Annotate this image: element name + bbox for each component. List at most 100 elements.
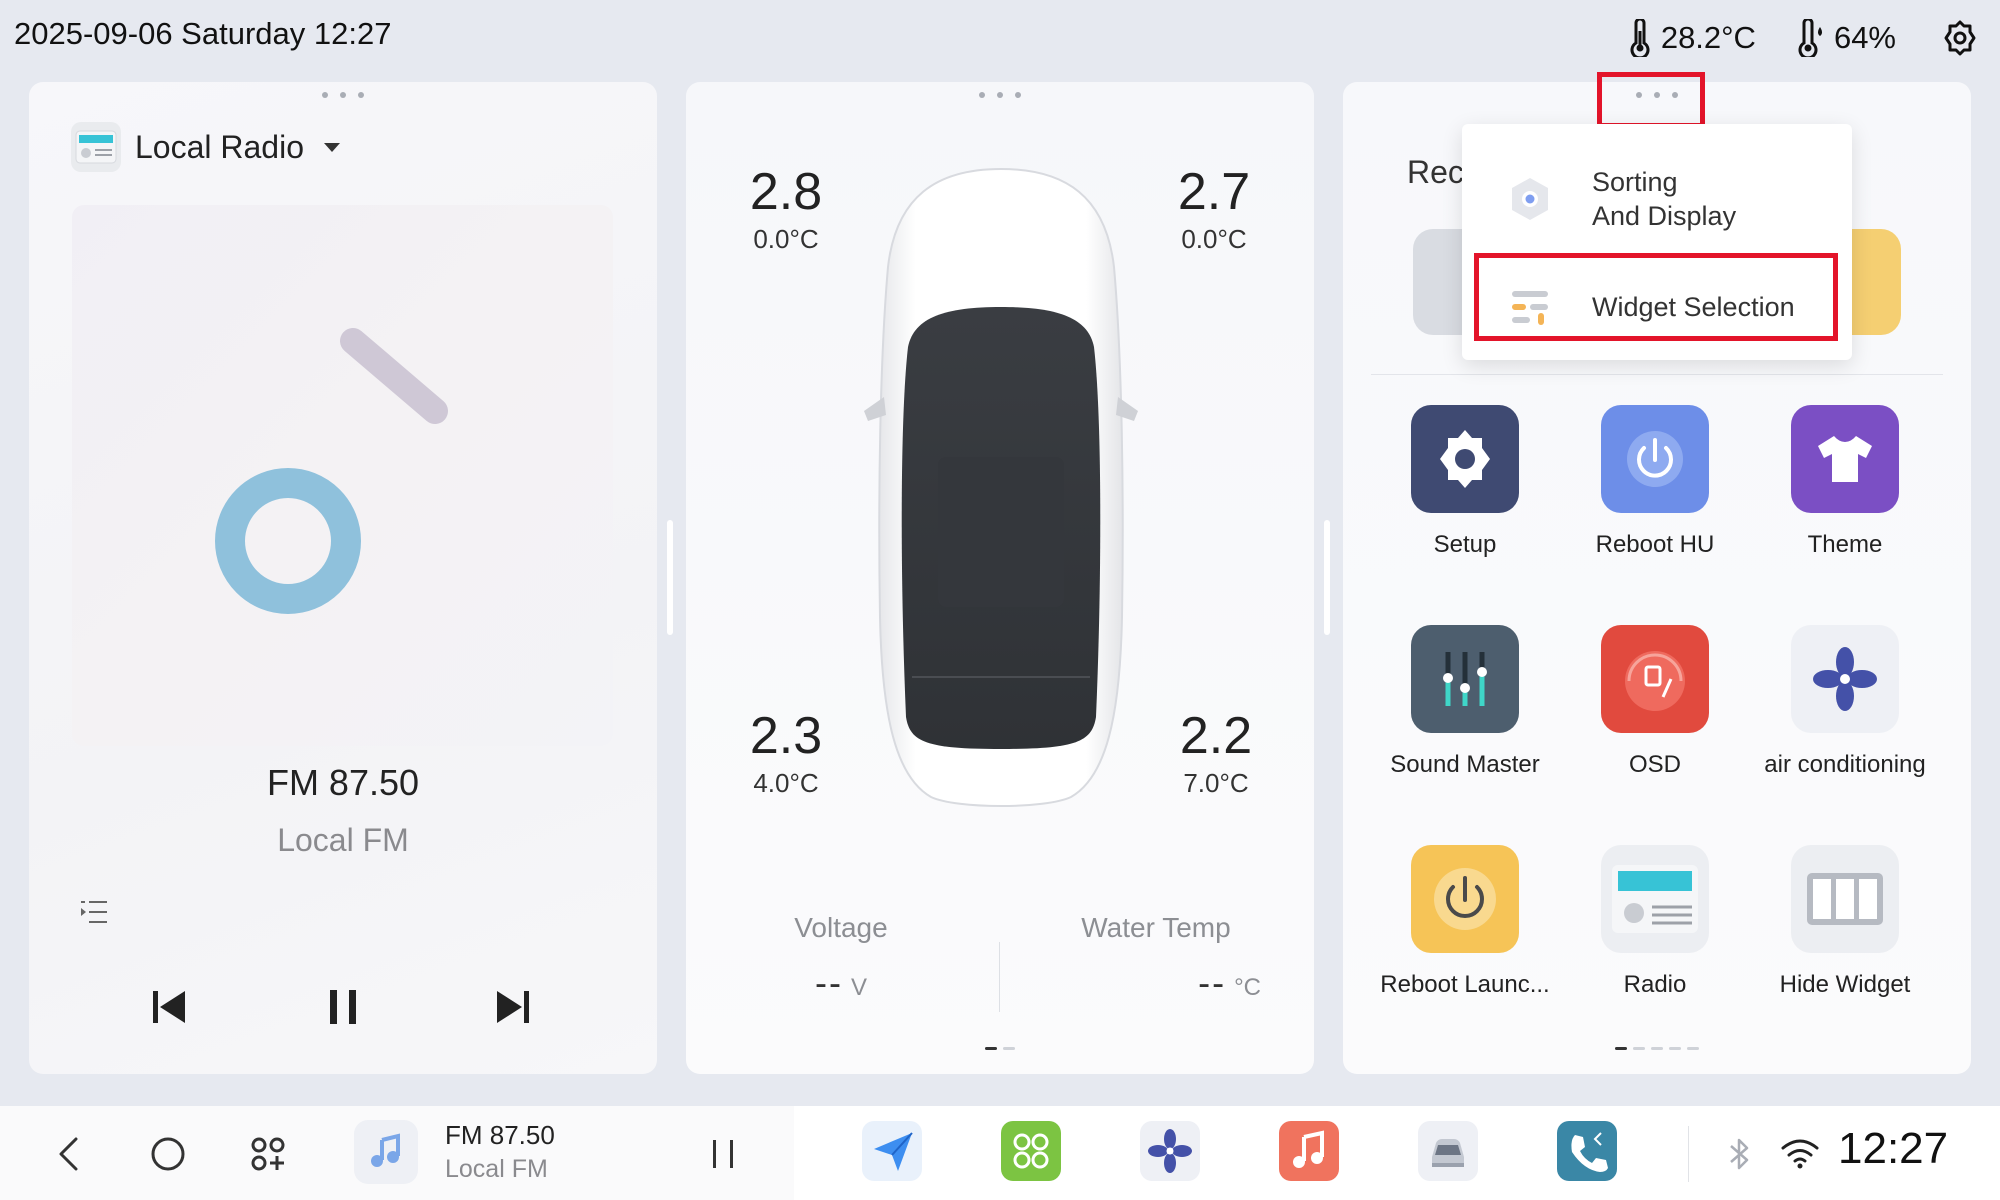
app-label: Reboot HU bbox=[1595, 531, 1715, 558]
settings-gear-icon[interactable] bbox=[1940, 18, 1980, 58]
app-air-conditioning[interactable]: air conditioning bbox=[1750, 625, 1940, 779]
dock-pause-button[interactable] bbox=[693, 1124, 753, 1184]
now-playing-info[interactable]: FM 87.50 Local FM bbox=[445, 1120, 555, 1184]
tshirt-icon[interactable] bbox=[1791, 405, 1899, 513]
radio-icon[interactable] bbox=[1601, 845, 1709, 953]
music-icon[interactable] bbox=[1279, 1121, 1339, 1181]
now-playing-icon[interactable] bbox=[354, 1120, 418, 1184]
app-setup[interactable]: Setup bbox=[1370, 405, 1560, 559]
tire-temp: 4.0°C bbox=[753, 768, 819, 798]
app-hide-widget[interactable]: Hide Widget bbox=[1750, 845, 1940, 999]
menu-item-label-line1: Sorting bbox=[1592, 167, 1678, 197]
tire-front-right: 2.7 0.0°C bbox=[1144, 162, 1284, 255]
widget-more-dots[interactable] bbox=[979, 92, 1021, 98]
radio-widget[interactable]: Local Radio FM 87.50 Local FM bbox=[29, 82, 657, 1074]
wifi-icon[interactable] bbox=[1780, 1138, 1820, 1170]
radio-icon bbox=[71, 122, 121, 172]
music-note-icon bbox=[214, 326, 448, 614]
datetime: 2025-09-06 Saturday 12:27 bbox=[14, 16, 392, 51]
columns-icon[interactable] bbox=[1791, 845, 1899, 953]
apps-grid-icon[interactable] bbox=[250, 1136, 286, 1172]
pause-icon[interactable] bbox=[710, 1138, 736, 1170]
app-label: Theme bbox=[1807, 531, 1883, 558]
chevron-down-icon bbox=[324, 142, 340, 152]
back-button[interactable] bbox=[38, 1124, 98, 1184]
home-button[interactable] bbox=[138, 1124, 198, 1184]
radio-frequency: FM 87.50 bbox=[266, 762, 420, 803]
resize-handle[interactable] bbox=[667, 520, 673, 635]
menu-sorting-and-display[interactable]: Sorting And Display bbox=[1462, 144, 1852, 254]
resize-handle[interactable] bbox=[1324, 520, 1330, 635]
tire-pressure-widget[interactable]: 2.8 0.0°C 2.7 0.0°C 2.3 4.0°C 2.2 7.0°C bbox=[686, 82, 1314, 1074]
pause-icon[interactable] bbox=[328, 988, 358, 1026]
car-icon[interactable] bbox=[1418, 1121, 1478, 1181]
next-button[interactable] bbox=[483, 977, 543, 1037]
sort-display-icon bbox=[1500, 169, 1560, 229]
app-label: Radio bbox=[1623, 971, 1687, 998]
back-chevron-icon[interactable] bbox=[56, 1136, 80, 1172]
app-theme[interactable]: Theme bbox=[1750, 405, 1940, 559]
app-reboot-launcher[interactable]: Reboot Launc... bbox=[1370, 845, 1560, 999]
previous-icon[interactable] bbox=[151, 988, 187, 1026]
radio-source-selector[interactable]: Local Radio bbox=[71, 122, 340, 172]
tire-temp: 0.0°C bbox=[753, 224, 819, 254]
setup-gear-icon[interactable] bbox=[1411, 405, 1519, 513]
section-divider bbox=[1371, 374, 1943, 375]
app-grid-icon[interactable] bbox=[1001, 1121, 1061, 1181]
tire-temp: 7.0°C bbox=[1183, 768, 1249, 798]
voltage-metric: Voltage -- V bbox=[716, 912, 966, 1004]
bluetooth-icon[interactable] bbox=[1727, 1136, 1753, 1172]
settings-button[interactable] bbox=[1940, 18, 1980, 58]
page-indicator bbox=[985, 1047, 1015, 1050]
app-label: Reboot Launc... bbox=[1380, 971, 1550, 998]
humidity-icon bbox=[1796, 19, 1826, 57]
wifi-status[interactable] bbox=[1770, 1124, 1830, 1184]
app-reboot-hu[interactable]: Reboot HU bbox=[1560, 405, 1750, 559]
bottom-dock: FM 87.50 Local FM 12:27 bbox=[0, 1106, 2000, 1200]
equalizer-icon[interactable] bbox=[1411, 625, 1519, 733]
power-icon[interactable] bbox=[1601, 405, 1709, 513]
previous-button[interactable] bbox=[139, 977, 199, 1037]
navigation-icon[interactable] bbox=[862, 1121, 922, 1181]
car-top-view bbox=[856, 157, 1146, 817]
album-art bbox=[72, 205, 613, 746]
home-circle-icon[interactable] bbox=[150, 1136, 186, 1172]
status-indicators: 28.2°C 64% bbox=[1627, 12, 1980, 64]
temperature-value: 28.2°C bbox=[1660, 20, 1756, 55]
tire-rear-left: 2.3 4.0°C bbox=[716, 706, 856, 799]
bluetooth-status[interactable] bbox=[1710, 1124, 1770, 1184]
fan-icon[interactable] bbox=[1791, 625, 1899, 733]
dock-divider bbox=[1688, 1126, 1689, 1182]
water-temp-metric: Water Temp -- °C bbox=[1031, 912, 1281, 1004]
dock-clock: 12:27 bbox=[1838, 1124, 1949, 1173]
pause-button[interactable] bbox=[313, 977, 373, 1037]
voltage-label: Voltage bbox=[794, 912, 888, 943]
humidity-indicator: 64% bbox=[1796, 19, 1896, 57]
app-radio[interactable]: Radio bbox=[1560, 845, 1750, 999]
app-sound-master[interactable]: Sound Master bbox=[1370, 625, 1560, 779]
water-temp-value: -- bbox=[1198, 962, 1227, 1003]
fan-icon[interactable] bbox=[1140, 1121, 1200, 1181]
app-osd[interactable]: OSD bbox=[1560, 625, 1750, 779]
app-label: Hide Widget bbox=[1779, 971, 1911, 998]
app-label: air conditioning bbox=[1764, 751, 1926, 778]
next-icon[interactable] bbox=[495, 988, 531, 1026]
phone-icon[interactable] bbox=[1557, 1121, 1617, 1181]
app-drawer-button[interactable] bbox=[238, 1124, 298, 1184]
app-label: Setup bbox=[1433, 531, 1497, 558]
tire-pressure: 2.7 bbox=[1177, 163, 1251, 221]
fuel-gauge-icon[interactable] bbox=[1601, 625, 1709, 733]
voltage-unit: V bbox=[850, 974, 867, 1001]
tire-pressure: 2.8 bbox=[749, 163, 823, 221]
app-label: Sound Master bbox=[1390, 751, 1540, 778]
power-icon[interactable] bbox=[1411, 845, 1519, 953]
radio-source-label: Local Radio bbox=[135, 128, 304, 165]
playlist-icon[interactable] bbox=[79, 898, 109, 931]
tire-temp: 0.0°C bbox=[1181, 224, 1247, 254]
recently-label: Rec bbox=[1407, 154, 1464, 190]
voltage-value: -- bbox=[815, 962, 843, 1003]
widget-more-dots[interactable] bbox=[322, 92, 364, 98]
highlight-widget-selection bbox=[1474, 253, 1838, 341]
menu-item-label-line2: And Display bbox=[1592, 201, 1737, 231]
page-indicator bbox=[1615, 1047, 1699, 1050]
